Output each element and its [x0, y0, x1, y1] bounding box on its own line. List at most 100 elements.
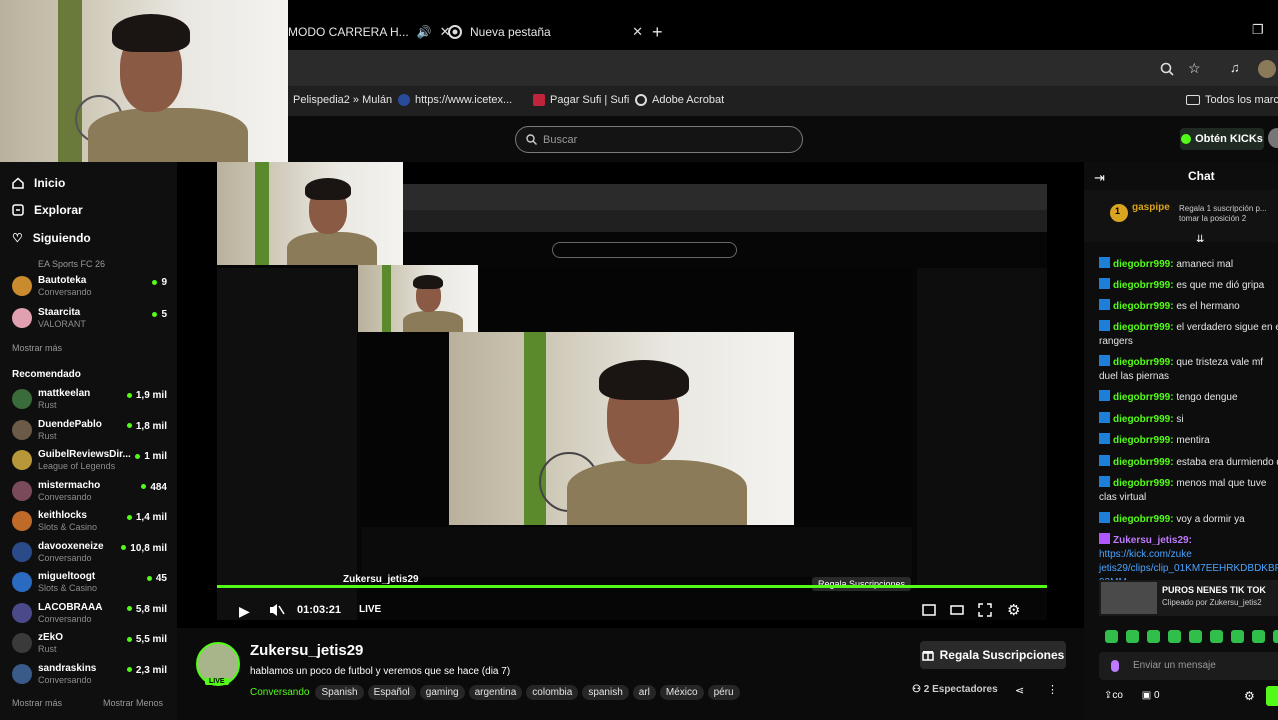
stream-tag[interactable]: Español [367, 685, 416, 700]
show-more-following[interactable]: Mostrar más [12, 343, 62, 353]
chat-username[interactable]: diegobrr999: [1113, 280, 1176, 291]
tab-label: MODO CARRERA H... [288, 25, 409, 39]
stream-tag[interactable]: péru [707, 685, 740, 700]
clip-icon[interactable] [922, 603, 936, 617]
search-input[interactable]: Buscar [515, 126, 803, 153]
tag-row: Conversando Spanish Español gaming argentina… [250, 684, 744, 700]
restore-window-icon[interactable]: ❐ [1252, 22, 1264, 38]
stream-tag[interactable]: Spanish [315, 685, 364, 700]
channel-avatar [12, 276, 32, 296]
nav-siguiendo[interactable]: ♡ Siguiendo [12, 231, 91, 245]
chrome-icon [448, 25, 462, 39]
recommended-channel[interactable]: mattkeelan Rust 1,9 mil [12, 387, 167, 413]
chat-username[interactable]: diegobrr999: [1113, 259, 1176, 270]
kicks-icon[interactable]: ▣ [1142, 690, 1151, 701]
collapse-chat-icon[interactable]: ⇥ [1094, 170, 1105, 186]
nav-inicio[interactable]: Inicio [12, 176, 65, 190]
emote-icon[interactable] [1147, 630, 1160, 643]
bookmark-sufi[interactable]: Pagar Sufi | Sufi [533, 94, 629, 106]
stream-tag[interactable]: spanish [582, 685, 629, 700]
recommended-channel[interactable]: GuibelReviewsDir... League of Legends 1 mi… [12, 448, 167, 474]
profile-avatar[interactable] [1258, 60, 1276, 78]
more-options-icon[interactable]: ⋮ [1047, 683, 1058, 696]
channel-name[interactable]: Zukersu_jetis29 [250, 642, 363, 659]
emote-icon[interactable] [1252, 630, 1265, 643]
tab-nueva-pestana[interactable]: Nueva pestaña ✕ [448, 14, 643, 50]
emote-icon[interactable] [1231, 630, 1244, 643]
live-indicator[interactable]: LIVE [359, 604, 381, 615]
show-less-button[interactable]: Mostrar Menos [103, 698, 163, 708]
bookmark-pelispedia[interactable]: Pelispedia2 » Mulán [293, 94, 392, 106]
settings-gear-icon[interactable]: ⚙ [1007, 601, 1020, 619]
chat-identity-icon[interactable] [1111, 660, 1119, 672]
stream-tag[interactable]: arl [632, 685, 656, 700]
chat-username[interactable]: diegobrr999: [1113, 435, 1176, 446]
channel-name: keithlocks [38, 510, 87, 521]
sidebar: Inicio Explorar ♡ Siguiendo EA Sports FC… [0, 162, 177, 720]
subscriber-badge-icon [1099, 455, 1110, 466]
zoom-icon[interactable] [1160, 62, 1174, 76]
recommended-channel[interactable]: DuendePablo Rust 1,8 mil [12, 418, 167, 444]
recommended-channel[interactable]: davooxeneize Conversando 10,8 mil [12, 540, 167, 566]
chat-settings-icon[interactable]: ⚙ [1244, 689, 1255, 703]
chat-username[interactable]: diegobrr999: [1113, 514, 1176, 525]
chat-username[interactable]: diegobrr999: [1113, 322, 1176, 333]
following-channel[interactable]: Bautoteka Conversando 9 [12, 274, 167, 300]
stream-tag[interactable]: argentina [468, 685, 523, 700]
channel-viewers: 10,8 mil [121, 543, 167, 554]
chat-username[interactable]: diegobrr999: [1113, 301, 1176, 312]
get-kicks-button[interactable]: Obtén KICKs [1180, 128, 1264, 150]
emote-icon[interactable] [1168, 630, 1181, 643]
chat-username[interactable]: diegobrr999: [1113, 457, 1176, 468]
new-tab-button[interactable]: + [652, 14, 663, 50]
send-chat-button[interactable] [1266, 686, 1278, 706]
gift-subscriptions-button[interactable]: Regala Suscripciones [920, 641, 1066, 669]
all-bookmarks[interactable]: Todos los marc... [1186, 94, 1278, 106]
tab-modo-carrera[interactable]: MODO CARRERA H... 🔊 ✕ [288, 14, 451, 50]
emote-icon[interactable] [1210, 630, 1223, 643]
recommended-channel[interactable]: keithlocks Slots & Casino 1,4 mil [12, 509, 167, 535]
chat-text: es que me dió gripa [1176, 280, 1265, 291]
media-control-icon[interactable]: ♫ [1230, 60, 1240, 75]
chat-username[interactable]: diegobrr999: [1113, 478, 1176, 489]
chat-username[interactable]: diegobrr999: [1113, 414, 1176, 425]
category-link[interactable]: Conversando [250, 687, 309, 698]
recommended-channel[interactable]: zEkO Rust 5,5 mil [12, 631, 167, 657]
emote-icon[interactable] [1273, 630, 1278, 643]
play-icon[interactable]: ▶ [239, 603, 250, 620]
nav-explorar[interactable]: Explorar [12, 203, 83, 217]
stream-tag[interactable]: colombia [526, 685, 579, 700]
mute-icon[interactable] [269, 603, 285, 617]
show-more-recommended[interactable]: Mostrar más [12, 698, 62, 708]
theater-mode-icon[interactable] [950, 603, 964, 617]
chat-username[interactable]: diegobrr999: [1113, 357, 1176, 368]
speaker-icon[interactable]: 🔊 [417, 25, 432, 39]
stream-tag[interactable]: México [659, 685, 704, 700]
following-channel[interactable]: Staarcita VALORANT 5 [12, 306, 167, 332]
bookmark-adobe[interactable]: Adobe Acrobat [635, 94, 724, 106]
close-tab-icon[interactable]: ✕ [632, 24, 643, 40]
chat-username[interactable]: diegobrr999: [1113, 392, 1176, 403]
recommended-channel[interactable]: mistermacho Conversando 484 [12, 479, 167, 505]
recommended-channel[interactable]: LACOBRAAA Conversando 5,8 mil [12, 601, 167, 627]
channel-name: DuendePablo [38, 418, 102, 430]
clip-preview-card[interactable]: PUROS NENES TIK TOK Clipeado por Zukersu… [1099, 580, 1278, 616]
emote-icon[interactable] [1189, 630, 1202, 643]
emote-icon[interactable] [1105, 630, 1118, 643]
recommended-channel[interactable]: sandraskins Conversando 2,3 mil [12, 662, 167, 688]
chat-message: diegobrr999: el verdadero sigue en el ra… [1099, 320, 1278, 349]
fullscreen-icon[interactable] [978, 603, 992, 617]
bookmark-icetex[interactable]: https://www.icetex... [398, 94, 512, 106]
bookmark-star-icon[interactable]: ☆ [1188, 60, 1201, 77]
expand-pinned-icon[interactable]: ⇊ [1196, 234, 1204, 245]
channel-name: Bautoteka [38, 275, 87, 286]
share-icon[interactable]: ⋖ [1015, 684, 1024, 697]
pinned-text: Regala 1 suscripción p... tomar la posic… [1179, 204, 1267, 223]
recommended-channel[interactable]: migueltoogt Slots & Casino 45 [12, 570, 167, 596]
chat-input[interactable]: Enviar un mensaje [1099, 652, 1278, 680]
stream-tag[interactable]: gaming [419, 685, 465, 700]
emote-icon[interactable] [1126, 630, 1139, 643]
pinned-username[interactable]: gaspipe [1132, 202, 1170, 213]
chat-message: diegobrr999: si [1099, 412, 1278, 427]
stream-title: hablamos un poco de futbol y veremos que… [250, 666, 511, 677]
